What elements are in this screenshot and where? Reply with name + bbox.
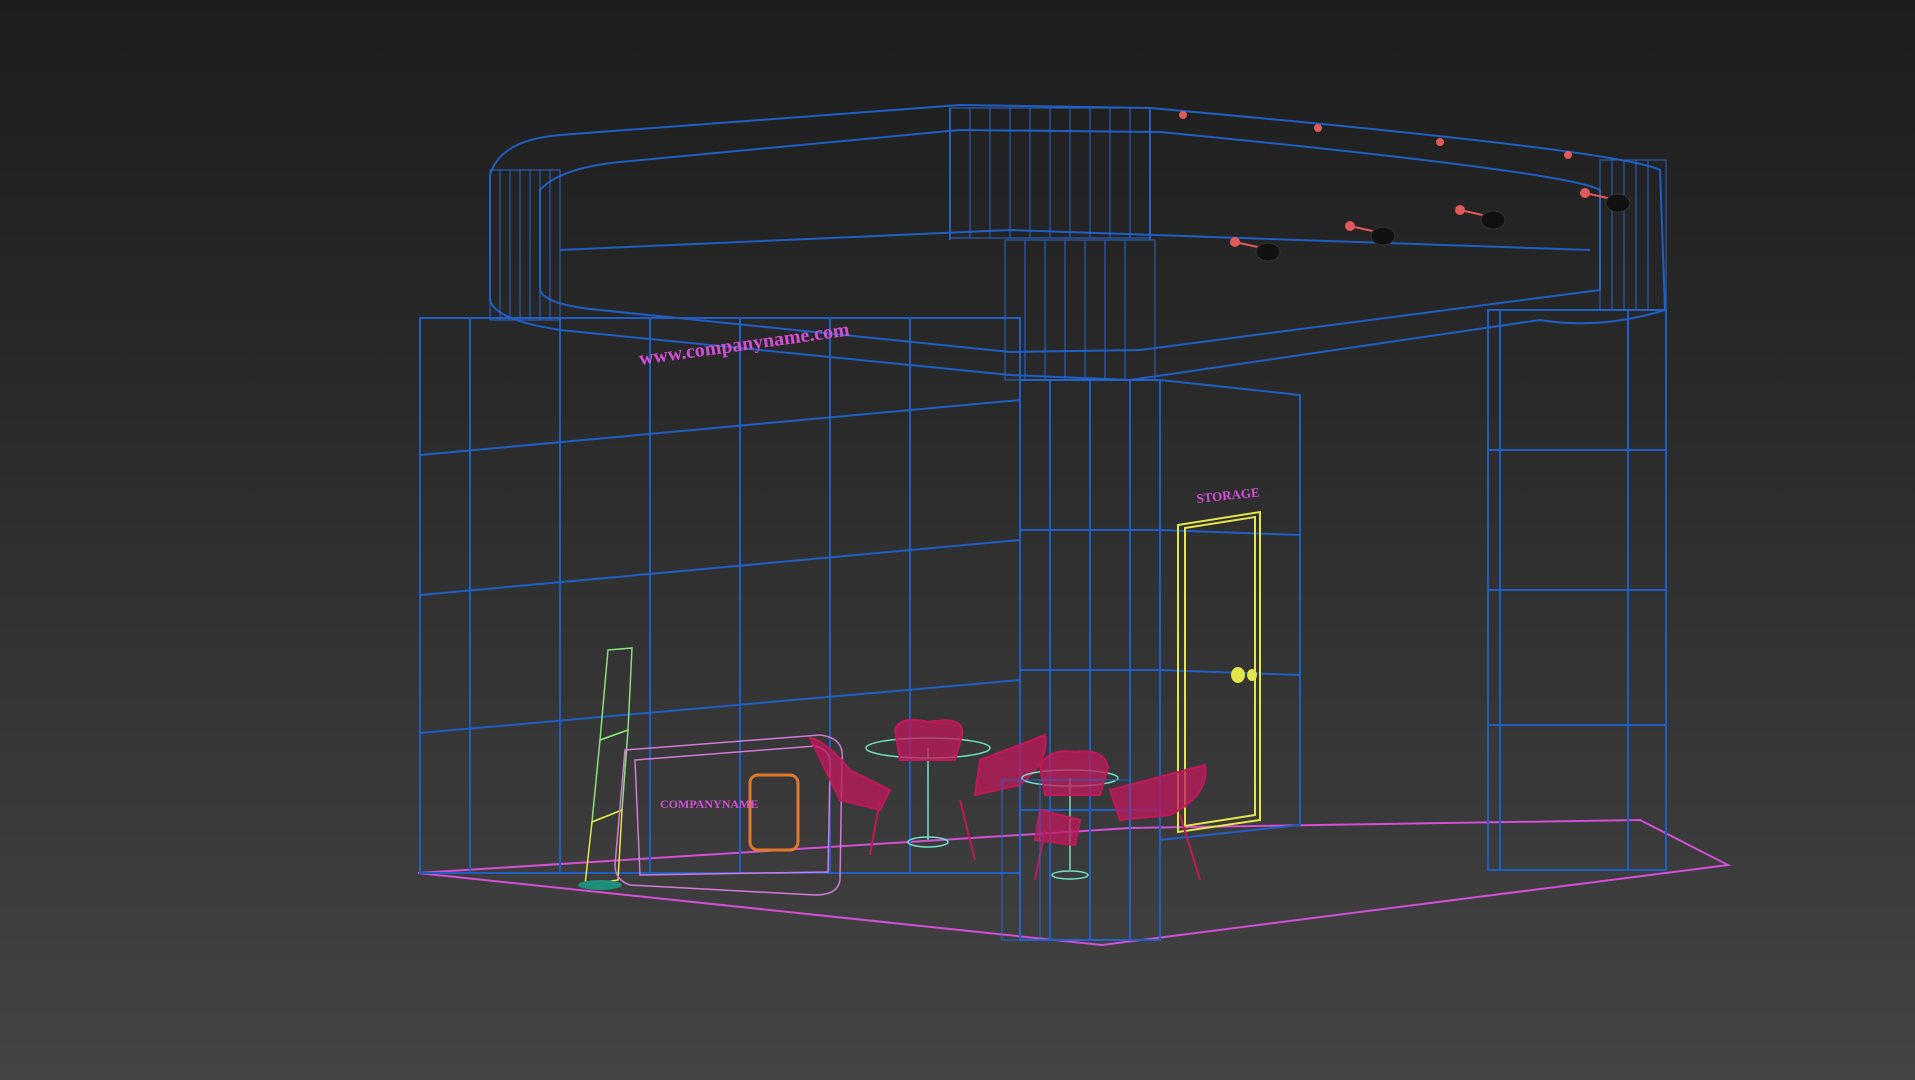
chair-icon (1038, 750, 1110, 796)
wireframe-scene[interactable]: www.companyname.com STORAGE COMPANYNAME (0, 0, 1915, 1080)
door-sign-text: STORAGE (1196, 484, 1261, 506)
door-handle-icon (1231, 667, 1245, 683)
right-tower-frame (1487, 309, 1667, 871)
spotlight-icon (1455, 205, 1506, 230)
counter-logo-text: COMPANYNAME (660, 797, 758, 811)
spotlight-icon (1580, 188, 1631, 213)
front-base-frame (1001, 779, 1131, 941)
chair-icon (893, 718, 964, 761)
chair-icon (1108, 763, 1207, 822)
cafe-table-group-1 (808, 718, 1047, 861)
header-url-text: www.companyname.com (638, 319, 852, 370)
chair-icon (808, 736, 892, 812)
chair-icon (1033, 808, 1082, 847)
center-column-frame (1019, 379, 1161, 941)
truss-rib-center (949, 107, 1156, 381)
truss-rib-left (489, 169, 561, 321)
spotlight-icon (1230, 237, 1281, 262)
truss-rib-right (1599, 159, 1667, 311)
3d-viewport[interactable]: www.companyname.com STORAGE COMPANYNAME (0, 0, 1915, 1080)
left-wall-frame (419, 317, 1021, 874)
